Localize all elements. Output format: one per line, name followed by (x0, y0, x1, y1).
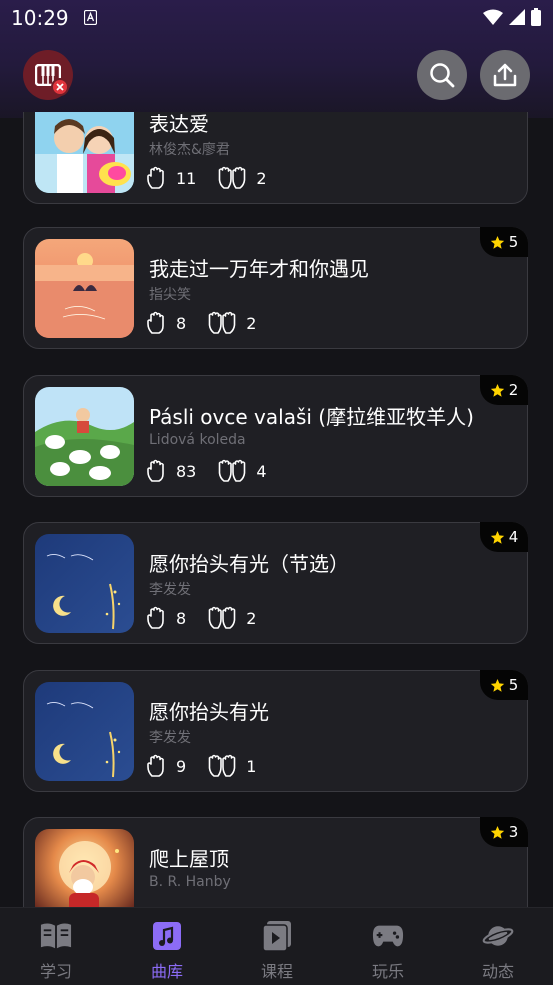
search-button[interactable] (417, 50, 467, 100)
two-hands-icon (208, 606, 236, 629)
star-count: 4 (508, 528, 519, 546)
star-icon (490, 678, 504, 692)
song-artist: 李发发 (149, 730, 191, 746)
star-icon (490, 530, 504, 544)
planet-icon (482, 926, 514, 946)
play-count: 11 (176, 168, 197, 188)
nav-tab-feed[interactable]: 动态 (443, 908, 553, 985)
song-title: Pásli ovce valaši (摩拉维亚牧羊人) (149, 405, 474, 429)
nav-label: 玩乐 (371, 962, 404, 981)
song-artist: B. R. Hanby (149, 874, 231, 890)
signal-icon (509, 9, 525, 25)
hand-icon (147, 606, 164, 629)
song-title: 爬上屋顶 (149, 847, 229, 871)
song-list[interactable]: 表达爱 林俊杰&廖君 11 2 5 我走过一万年才和你遇见 指尖笑 8 2 2 … (0, 112, 553, 907)
video-course-icon (262, 921, 291, 952)
nav-tab-learn[interactable]: 学习 (1, 908, 111, 985)
nav-tab-play[interactable]: 玩乐 (333, 908, 443, 985)
album-cover (35, 682, 134, 781)
song-card[interactable]: 5 愿你抬头有光 李发发 9 1 (23, 670, 528, 792)
song-card[interactable]: 表达爱 林俊杰&廖君 11 2 (23, 112, 528, 204)
top-toolbar (0, 38, 553, 112)
duet-count: 4 (256, 461, 267, 481)
song-artist: 林俊杰&廖君 (149, 142, 230, 158)
play-count: 8 (176, 313, 187, 333)
book-icon (40, 923, 72, 949)
two-hands-icon (219, 166, 246, 189)
bottom-navigation: 学习 曲库 课程 玩乐 动态 (0, 907, 553, 985)
two-hands-icon (208, 754, 236, 777)
gamepad-icon (372, 925, 404, 947)
hand-icon (147, 311, 164, 334)
nav-label: 课程 (260, 962, 293, 981)
star-count: 2 (508, 381, 519, 399)
upload-icon (493, 63, 517, 87)
duet-count: 2 (246, 313, 257, 333)
play-count: 83 (176, 461, 197, 481)
song-card[interactable]: 5 我走过一万年才和你遇见 指尖笑 8 2 (23, 227, 528, 349)
wifi-icon (483, 9, 503, 25)
play-count: 8 (176, 608, 187, 628)
song-card[interactable]: 3 爬上屋顶 B. R. Hanby (23, 817, 528, 907)
album-cover (35, 534, 134, 633)
battery-icon (531, 8, 541, 26)
star-icon (490, 235, 504, 249)
song-title: 愿你抬头有光 (149, 700, 269, 724)
album-cover (35, 239, 134, 338)
search-icon (430, 63, 455, 88)
star-icon (490, 825, 504, 839)
star-rating-badge: 2 (480, 375, 528, 405)
star-rating-badge: 4 (480, 522, 528, 552)
star-count: 3 (508, 823, 519, 841)
duet-count: 2 (246, 608, 257, 628)
music-library-icon (153, 922, 181, 950)
song-artist: Lidová koleda (149, 432, 246, 448)
star-rating-badge: 5 (480, 227, 528, 257)
album-cover (35, 112, 134, 193)
two-hands-icon (208, 311, 236, 334)
nav-tab-library[interactable]: 曲库 (112, 908, 222, 985)
star-rating-badge: 5 (480, 670, 528, 700)
album-cover (35, 829, 134, 907)
nav-label: 学习 (39, 962, 72, 981)
hand-icon (147, 754, 164, 777)
piano-connect-button[interactable] (23, 50, 73, 100)
nav-label: 曲库 (150, 962, 183, 981)
song-artist: 李发发 (149, 582, 191, 598)
hand-icon (147, 459, 164, 482)
song-card[interactable]: 4 愿你抬头有光（节选） 李发发 8 2 (23, 522, 528, 644)
song-title: 愿你抬头有光（节选） (149, 552, 349, 576)
duet-count: 1 (246, 756, 257, 776)
album-cover (35, 387, 134, 486)
star-count: 5 (508, 676, 519, 694)
upload-button[interactable] (480, 50, 530, 100)
play-count: 9 (176, 756, 187, 776)
song-title: 表达爱 (149, 112, 209, 136)
star-rating-badge: 3 (480, 817, 528, 847)
text-notification-icon (84, 10, 97, 25)
hand-icon (147, 166, 164, 189)
song-artist: 指尖笑 (149, 287, 191, 303)
duet-count: 2 (256, 168, 267, 188)
star-count: 5 (508, 233, 519, 251)
status-bar: 10:29 (0, 0, 553, 38)
song-card[interactable]: 2 Pásli ovce valaši (摩拉维亚牧羊人) Lidová kol… (23, 375, 528, 497)
nav-label: 动态 (481, 962, 514, 981)
song-title: 我走过一万年才和你遇见 (149, 257, 369, 281)
star-icon (490, 383, 504, 397)
status-time: 10:29 (11, 6, 69, 30)
nav-tab-courses[interactable]: 课程 (222, 908, 332, 985)
two-hands-icon (219, 459, 246, 482)
disconnected-icon (51, 78, 69, 96)
